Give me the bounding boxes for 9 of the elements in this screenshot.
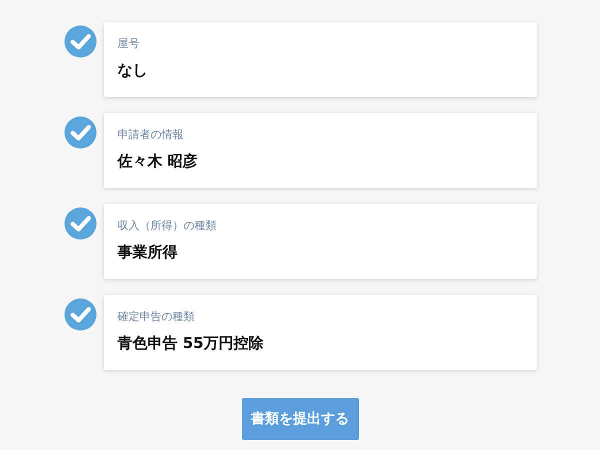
field-label: 屋号	[118, 36, 140, 51]
field-label: 確定申告の種類	[118, 309, 194, 324]
field-value: なし	[118, 61, 148, 80]
submit-button[interactable]: 書類を提出する	[242, 398, 358, 440]
field-label: 収入（所得）の種類	[118, 218, 216, 233]
field-label: 申請者の情報	[118, 127, 184, 142]
field-value: 事業所得	[118, 243, 178, 262]
field-value: 青色申告 55万円控除	[118, 334, 264, 353]
field-value: 佐々木 昭彦	[118, 152, 198, 171]
